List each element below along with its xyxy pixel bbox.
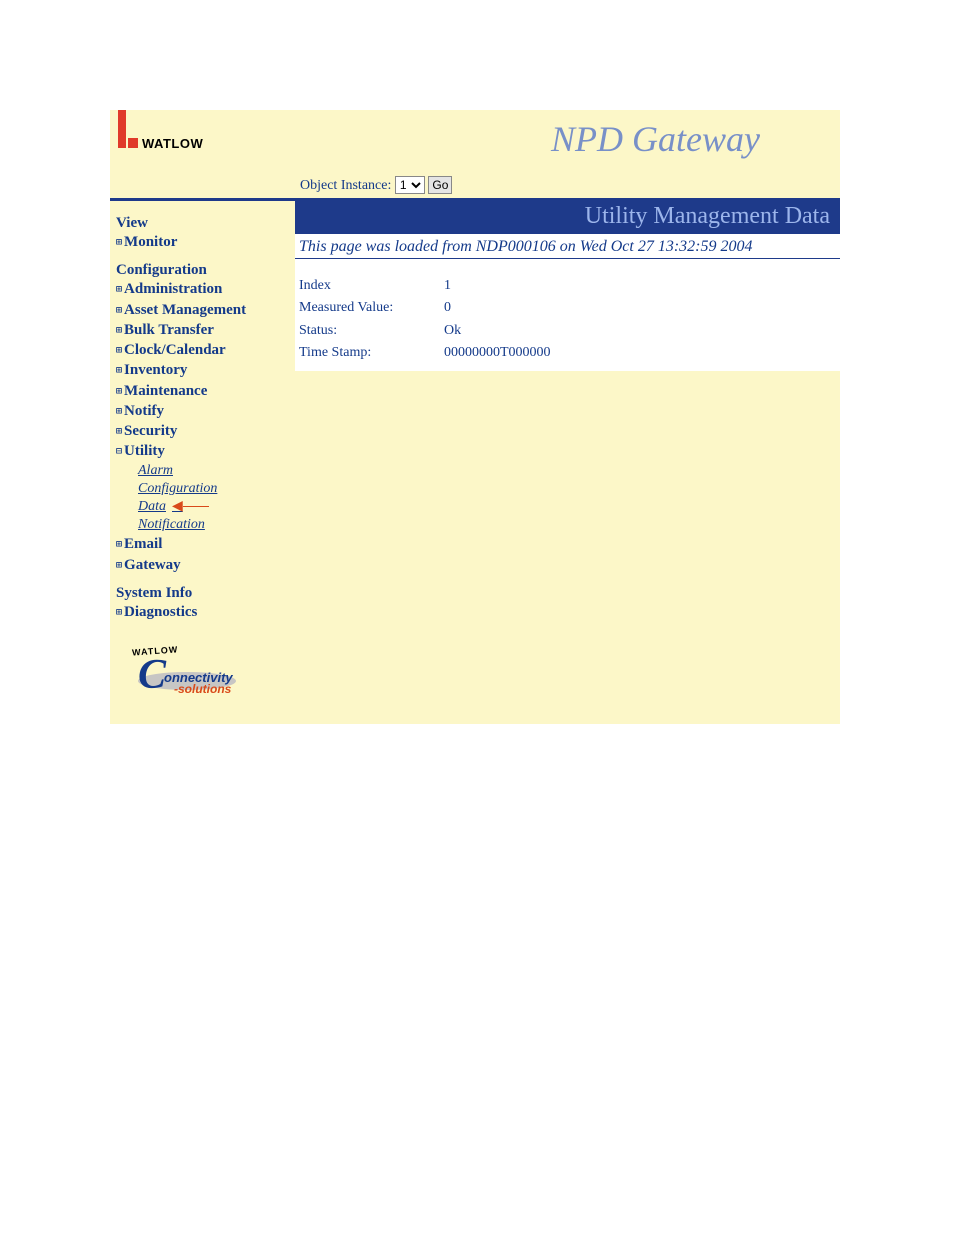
app-container: WATLOW NPD Gateway Object Instance: 1 Go… [110, 110, 840, 724]
sidebar-item-inventory[interactable]: ⊞Inventory [116, 360, 291, 380]
data-row-status: Status: Ok [299, 320, 836, 342]
logo-c-icon: C [138, 654, 166, 696]
header: WATLOW NPD Gateway [110, 110, 840, 170]
status-label: Status: [299, 320, 444, 342]
configuration-heading: Configuration [116, 262, 291, 279]
expand-icon: ⊞ [116, 346, 122, 357]
expand-icon: ⊞ [116, 326, 122, 337]
sidebar-item-administration[interactable]: ⊞Administration [116, 279, 291, 299]
arrow-line-icon [183, 506, 209, 507]
expand-icon: ⊞ [116, 608, 122, 619]
expand-icon: ⊞ [116, 427, 122, 438]
sidebar-item-security[interactable]: ⊞Security [116, 421, 291, 441]
sidebar-item-notify[interactable]: ⊞Notify [116, 401, 291, 421]
sidebar-subitem-configuration[interactable]: Configuration [138, 480, 291, 498]
main-content: Utility Management Data This page was lo… [295, 201, 840, 371]
app-title: NPD Gateway [551, 118, 760, 160]
logo-bar-icon [118, 110, 126, 148]
sidebar-item-clock-calendar[interactable]: ⊞Clock/Calendar [116, 340, 291, 360]
sidebar-item-utility[interactable]: ⊟Utility [116, 441, 291, 461]
sidebar-item-bulk-transfer[interactable]: ⊞Bulk Transfer [116, 320, 291, 340]
measured-value: 0 [444, 297, 451, 319]
expand-icon: ⊞ [116, 366, 122, 377]
watlow-logo: WATLOW [110, 110, 203, 148]
view-heading: View [116, 215, 291, 232]
expand-icon: ⊞ [116, 540, 122, 551]
status-value: Ok [444, 320, 461, 342]
system-info-heading: System Info [116, 585, 291, 602]
expand-icon: ⊞ [116, 238, 122, 249]
sidebar-item-monitor[interactable]: ⊞Monitor [116, 232, 291, 252]
measured-label: Measured Value: [299, 297, 444, 319]
page-banner: Utility Management Data [295, 201, 840, 234]
sidebar-subitem-notification[interactable]: Notification [138, 516, 291, 534]
object-instance-label: Object Instance: [300, 178, 391, 193]
index-value: 1 [444, 275, 451, 297]
index-label: Index [299, 275, 444, 297]
timestamp-value: 00000000T000000 [444, 342, 551, 364]
logo-solutions-text: -solutions [174, 682, 231, 696]
sidebar-item-maintenance[interactable]: ⊞Maintenance [116, 381, 291, 401]
logo-square-icon [128, 138, 138, 148]
connectivity-solutions-logo: WATLOW C onnectivity -solutions [116, 648, 291, 710]
arrow-left-icon: ◀ [172, 498, 183, 516]
sidebar-item-gateway[interactable]: ⊞Gateway [116, 555, 291, 575]
toolbar: Object Instance: 1 Go [110, 170, 840, 198]
sidebar-item-email[interactable]: ⊞Email [116, 534, 291, 554]
sidebar-item-asset-management[interactable]: ⊞Asset Management [116, 300, 291, 320]
expand-icon: ⊞ [116, 387, 122, 398]
sidebar: View ⊞Monitor Configuration ⊞Administrat… [110, 201, 295, 724]
data-row-index: Index 1 [299, 275, 836, 297]
divider-thin [295, 258, 840, 259]
sidebar-subitem-data[interactable]: Data ◀ [138, 498, 291, 516]
sidebar-subitem-alarm[interactable]: Alarm [138, 462, 291, 480]
object-instance-select[interactable]: 1 [395, 176, 425, 194]
data-row-timestamp: Time Stamp: 00000000T000000 [299, 342, 836, 364]
sidebar-item-diagnostics[interactable]: ⊞Diagnostics [116, 602, 291, 622]
collapse-icon: ⊟ [116, 447, 122, 458]
logo-text: WATLOW [142, 136, 203, 151]
expand-icon: ⊞ [116, 407, 122, 418]
expand-icon: ⊞ [116, 285, 122, 296]
timestamp-label: Time Stamp: [299, 342, 444, 364]
expand-icon: ⊞ [116, 561, 122, 572]
data-table: Index 1 Measured Value: 0 Status: Ok Tim… [295, 269, 840, 371]
loaded-message: This page was loaded from NDP000106 on W… [295, 234, 840, 258]
data-row-measured: Measured Value: 0 [299, 297, 836, 319]
expand-icon: ⊞ [116, 306, 122, 317]
go-button[interactable]: Go [428, 176, 452, 194]
